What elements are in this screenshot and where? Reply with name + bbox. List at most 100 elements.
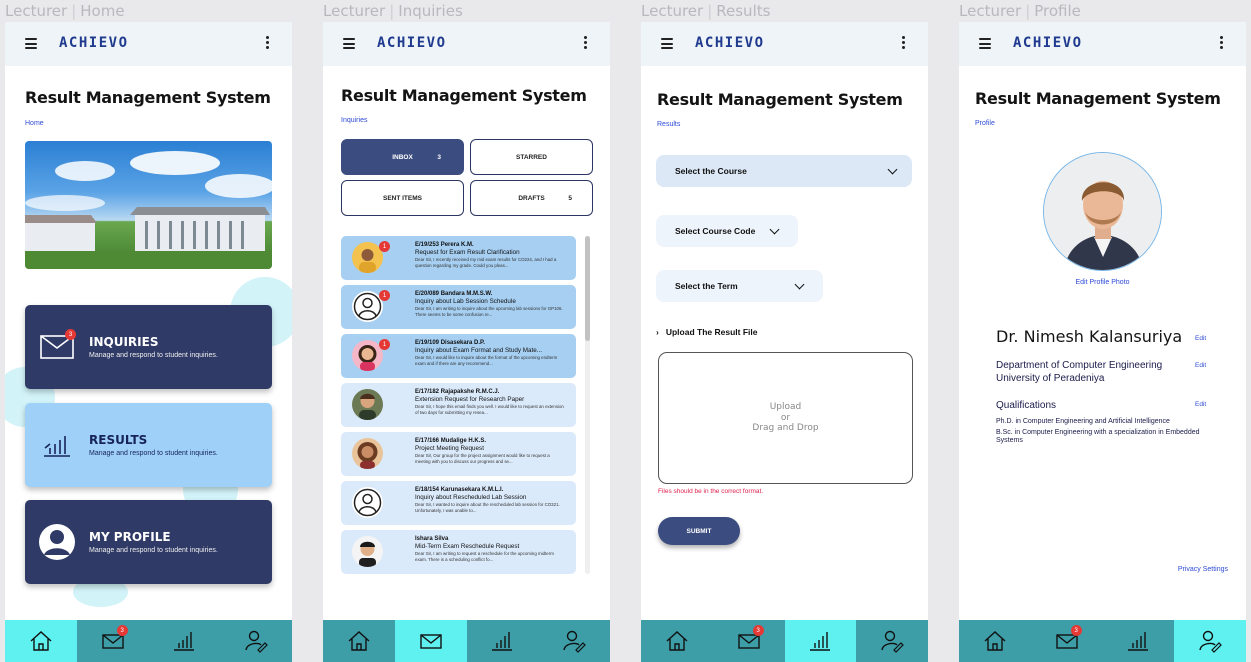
frame-label-home: Lecturer | Home bbox=[5, 2, 125, 20]
nav-home[interactable] bbox=[5, 620, 77, 662]
bar-chart-icon bbox=[810, 632, 831, 651]
nav-home[interactable] bbox=[323, 620, 395, 662]
nav-mail-badge: 3 bbox=[752, 625, 764, 636]
course-code-select[interactable]: Select Course Code bbox=[656, 215, 798, 247]
bottom-nav: 3 bbox=[641, 620, 928, 662]
nav-profile[interactable] bbox=[856, 620, 928, 662]
chevron-down-icon bbox=[794, 279, 805, 290]
nav-home[interactable] bbox=[959, 620, 1031, 662]
user-edit-icon bbox=[563, 630, 586, 653]
unread-badge: 1 bbox=[379, 290, 390, 301]
profile-screen: ACHIEVO Result Management System Profile… bbox=[959, 22, 1246, 662]
inquiry-item[interactable]: E/17/166 Mudalige H.K.S. Project Meeting … bbox=[341, 432, 576, 476]
privacy-settings-link[interactable]: Privacy Settings bbox=[1178, 566, 1228, 573]
edit-department-link[interactable]: Edit bbox=[1195, 362, 1206, 369]
hamburger-menu-icon[interactable] bbox=[979, 38, 991, 49]
nav-mail-badge: 3 bbox=[116, 625, 128, 636]
student-avatar bbox=[352, 536, 383, 567]
course-select[interactable]: Select the Course bbox=[656, 155, 912, 187]
card-subtitle: Manage and respond to student inquiries. bbox=[89, 450, 218, 457]
breadcrumb[interactable]: Home bbox=[25, 120, 44, 127]
bottom-nav: 3 bbox=[5, 620, 292, 662]
hamburger-menu-icon[interactable] bbox=[25, 38, 37, 49]
more-options-icon[interactable] bbox=[266, 36, 270, 51]
nav-profile[interactable] bbox=[220, 620, 292, 662]
hamburger-menu-icon[interactable] bbox=[661, 38, 673, 49]
file-dropzone[interactable]: Upload or Drag and Drop bbox=[658, 352, 913, 484]
nav-results[interactable] bbox=[149, 620, 221, 662]
top-bar: ACHIEVO bbox=[959, 22, 1246, 66]
nav-profile[interactable] bbox=[538, 620, 610, 662]
nav-home[interactable] bbox=[641, 620, 713, 662]
nav-results[interactable] bbox=[784, 620, 857, 662]
home-icon bbox=[984, 631, 1006, 651]
folder-drafts[interactable]: DRAFTS 5 bbox=[470, 180, 593, 216]
card-subtitle: Manage and respond to student inquiries. bbox=[89, 547, 218, 554]
nav-profile[interactable] bbox=[1174, 620, 1246, 662]
results-screen: ACHIEVO Result Management System Results… bbox=[641, 22, 928, 662]
hamburger-menu-icon[interactable] bbox=[343, 38, 355, 49]
my-profile-card[interactable]: MY PROFILE Manage and respond to student … bbox=[25, 500, 272, 584]
qualification-item: Ph.D. in Computer Engineering and Artifi… bbox=[996, 418, 1170, 425]
nav-results[interactable] bbox=[467, 620, 539, 662]
breadcrumb[interactable]: Inquiries bbox=[341, 117, 367, 124]
upload-section-toggle[interactable]: › Upload The Result File bbox=[656, 327, 757, 337]
card-title: MY PROFILE bbox=[89, 530, 171, 544]
term-select[interactable]: Select the Term bbox=[656, 270, 823, 302]
inquiry-item[interactable]: 1 E/20/089 Bandara M.M.S.W. Inquiry about… bbox=[341, 285, 576, 329]
placeholder-avatar-icon bbox=[352, 487, 383, 518]
bar-chart-icon bbox=[174, 632, 195, 651]
more-options-icon[interactable] bbox=[584, 36, 588, 51]
frame-label-results: Lecturer | Results bbox=[641, 2, 771, 20]
nav-inquiries[interactable] bbox=[394, 620, 467, 662]
inquiries-screen: ACHIEVO Result Management System Inquiri… bbox=[323, 22, 610, 662]
bottom-nav bbox=[323, 620, 610, 662]
nav-inquiries[interactable]: 3 bbox=[713, 620, 785, 662]
inquiry-item[interactable]: 1 E/19/109 Disasekara D.P. Inquiry about … bbox=[341, 334, 576, 378]
more-options-icon[interactable] bbox=[902, 36, 906, 51]
frame-label-profile: Lecturer | Profile bbox=[959, 2, 1081, 20]
folder-sent-items[interactable]: SENT ITEMS bbox=[341, 180, 464, 216]
chevron-right-icon: › bbox=[656, 327, 659, 337]
brand-logo: ACHIEVO bbox=[59, 35, 137, 51]
submit-button[interactable]: SUBMIT bbox=[658, 517, 740, 545]
card-title: INQUIRIES bbox=[89, 335, 159, 349]
department-info: Department of Computer Engineering Univer… bbox=[996, 360, 1163, 384]
folder-inbox[interactable]: INBOX 3 bbox=[341, 139, 464, 175]
folder-starred[interactable]: STARRED bbox=[470, 139, 593, 175]
breadcrumb[interactable]: Results bbox=[657, 121, 680, 128]
bottom-nav: 3 bbox=[959, 620, 1246, 662]
unread-badge: 1 bbox=[379, 339, 390, 350]
student-avatar bbox=[352, 389, 383, 420]
inquiries-card[interactable]: 3 INQUIRIES Manage and respond to student… bbox=[25, 305, 272, 389]
frame-label-inquiries: Lecturer | Inquiries bbox=[323, 2, 463, 20]
results-card[interactable]: RESULTS Manage and respond to student inq… bbox=[25, 403, 272, 487]
inquiry-item[interactable]: E/17/182 Rajapakshe R.M.C.J. Extension Re… bbox=[341, 383, 576, 427]
inquiry-item[interactable]: Ishara Silva Mid-Term Exam Reschedule Req… bbox=[341, 530, 576, 574]
inquiry-item[interactable]: 1 E/19/253 Perera K.M. Request for Exam R… bbox=[341, 236, 576, 280]
mail-icon bbox=[419, 634, 442, 649]
nav-inquiries[interactable]: 3 bbox=[77, 620, 149, 662]
page-title: Result Management System bbox=[25, 88, 271, 107]
edit-profile-photo-link[interactable]: Edit Profile Photo bbox=[959, 279, 1246, 286]
nav-results[interactable] bbox=[1103, 620, 1175, 662]
top-bar: ACHIEVO bbox=[641, 22, 928, 66]
student-avatar bbox=[352, 438, 383, 469]
edit-qualifications-link[interactable]: Edit bbox=[1195, 401, 1206, 408]
scrollbar-thumb[interactable] bbox=[585, 236, 590, 341]
breadcrumb[interactable]: Profile bbox=[975, 120, 995, 127]
page-title: Result Management System bbox=[657, 90, 903, 109]
scrollbar[interactable] bbox=[585, 236, 590, 574]
user-edit-icon bbox=[245, 630, 268, 653]
page-title: Result Management System bbox=[975, 89, 1221, 108]
home-icon bbox=[30, 631, 52, 651]
edit-name-link[interactable]: Edit bbox=[1195, 335, 1206, 342]
bar-chart-icon bbox=[25, 432, 89, 458]
nav-inquiries[interactable]: 3 bbox=[1031, 620, 1103, 662]
more-options-icon[interactable] bbox=[1220, 36, 1224, 51]
chevron-down-icon bbox=[887, 164, 898, 175]
campus-hero-image bbox=[25, 141, 272, 269]
inquiry-item[interactable]: E/18/154 Karunasekara K.M.L.I. Inquiry ab… bbox=[341, 481, 576, 525]
lecturer-name: Dr. Nimesh Kalansuriya bbox=[996, 327, 1183, 346]
top-bar: ACHIEVO bbox=[323, 22, 610, 66]
